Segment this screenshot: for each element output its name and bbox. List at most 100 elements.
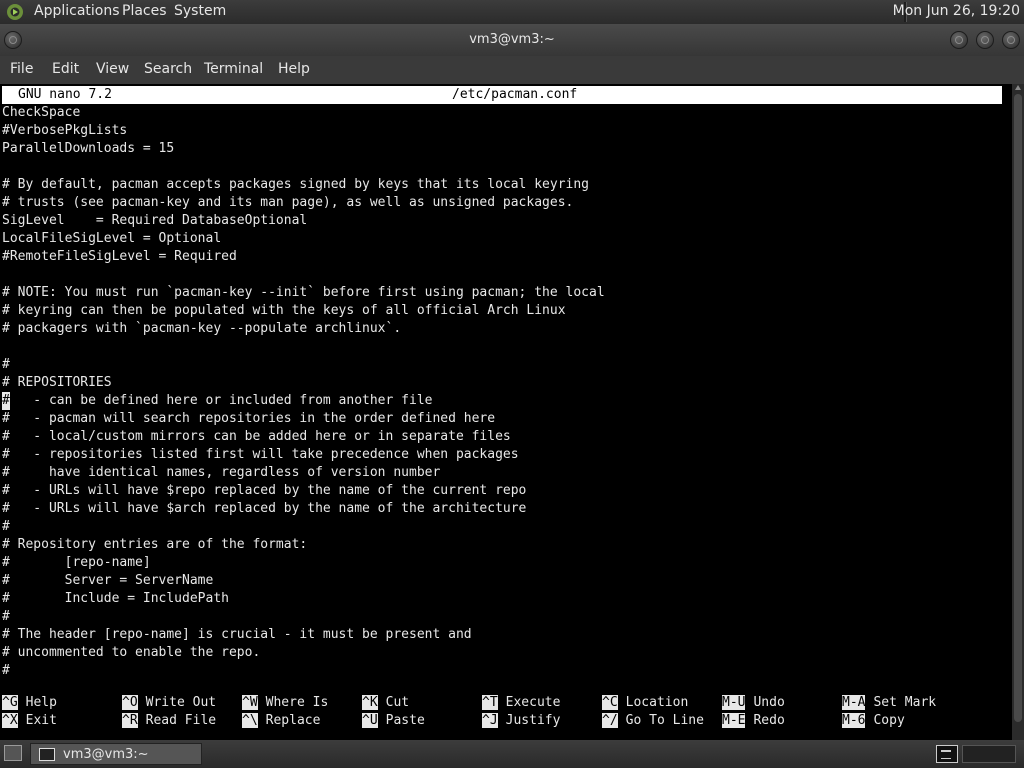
- nano-version: GNU nano 7.2: [18, 87, 112, 102]
- file-line[interactable]: [2, 338, 605, 356]
- close-button[interactable]: [1002, 31, 1020, 49]
- file-line[interactable]: # [repo-name]: [2, 554, 605, 572]
- shortcut-read-file[interactable]: ^R Read File: [122, 712, 216, 730]
- shortcut-key: ^J: [482, 713, 498, 728]
- shortcut-key: ^G: [2, 695, 18, 710]
- shortcut-write-out[interactable]: ^O Write Out: [122, 694, 216, 712]
- text-cursor: #: [2, 392, 10, 410]
- file-line[interactable]: # Repository entries are of the format:: [2, 536, 605, 554]
- shortcut-key: ^C: [602, 695, 618, 710]
- file-line[interactable]: # Server = ServerName: [2, 572, 605, 590]
- file-line[interactable]: LocalFileSigLevel = Optional: [2, 230, 605, 248]
- file-line[interactable]: #VerbosePkgLists: [2, 122, 605, 140]
- shortcut-location[interactable]: ^C Location: [602, 694, 688, 712]
- taskbar-terminal-item[interactable]: vm3@vm3:~: [30, 743, 202, 765]
- nano-header: GNU nano 7.2 /etc/pacman.conf: [2, 86, 1002, 104]
- shortcut-go-to-line[interactable]: ^/ Go To Line: [602, 712, 704, 730]
- shortcut-help[interactable]: ^G Help: [2, 694, 57, 712]
- file-line[interactable]: #RemoteFileSigLevel = Required: [2, 248, 605, 266]
- taskbar-item-label: vm3@vm3:~: [63, 747, 149, 762]
- shortcut-cut[interactable]: ^K Cut: [362, 694, 409, 712]
- shortcut-key: ^O: [122, 695, 138, 710]
- menu-edit[interactable]: Edit: [52, 61, 79, 77]
- file-line[interactable]: #: [2, 356, 605, 374]
- shortcut-label: Replace: [265, 713, 321, 728]
- shortcut-paste[interactable]: ^U Paste: [362, 712, 425, 730]
- file-line[interactable]: # REPOSITORIES: [2, 374, 605, 392]
- system-menu[interactable]: System: [174, 3, 226, 19]
- file-line[interactable]: SigLevel = Required DatabaseOptional: [2, 212, 605, 230]
- top-panel: Applications Places System Mon Jun 26, 1…: [0, 0, 1024, 24]
- shortcut-redo[interactable]: M-E Redo: [722, 712, 785, 730]
- maximize-button[interactable]: [976, 31, 994, 49]
- file-line[interactable]: # By default, pacman accepts packages si…: [2, 176, 605, 194]
- shortcut-label: Write Out: [145, 695, 217, 710]
- shortcut-key: M-U: [722, 695, 746, 710]
- file-line[interactable]: # NOTE: You must run `pacman-key --init`…: [2, 284, 605, 302]
- shortcut-label: Undo: [753, 695, 785, 710]
- file-line[interactable]: CheckSpace: [2, 104, 605, 122]
- file-line[interactable]: [2, 158, 605, 176]
- workspace-1-icon[interactable]: [936, 745, 958, 763]
- shortcut-where-is[interactable]: ^W Where Is: [242, 694, 328, 712]
- window-titlebar[interactable]: vm3@vm3:~: [0, 24, 1024, 56]
- shortcut-key: ^W: [242, 695, 258, 710]
- shortcut-label: Copy: [873, 713, 905, 728]
- file-line[interactable]: # have identical names, regardless of ve…: [2, 464, 605, 482]
- show-desktop-icon[interactable]: [4, 745, 22, 761]
- shortcut-label: Cut: [385, 695, 410, 710]
- file-line[interactable]: # The header [repo-name] is crucial - it…: [2, 626, 605, 644]
- shortcut-copy[interactable]: M-6 Copy: [842, 712, 905, 730]
- menu-terminal[interactable]: Terminal: [204, 61, 263, 77]
- menu-view[interactable]: View: [96, 61, 129, 77]
- file-line[interactable]: #: [2, 608, 605, 626]
- file-line[interactable]: # keyring can then be populated with the…: [2, 302, 605, 320]
- shortcut-undo[interactable]: M-U Undo: [722, 694, 785, 712]
- shortcut-key: M-E: [722, 713, 746, 728]
- menu-search[interactable]: Search: [144, 61, 192, 77]
- file-line[interactable]: # packagers with `pacman-key --populate …: [2, 320, 605, 338]
- file-line[interactable]: #: [2, 518, 605, 536]
- shortcut-justify[interactable]: ^J Justify: [482, 712, 560, 730]
- file-line[interactable]: # - pacman will search repositories in t…: [2, 410, 605, 428]
- file-line[interactable]: ParallelDownloads = 15: [2, 140, 605, 158]
- shortcut-exit[interactable]: ^X Exit: [2, 712, 57, 730]
- shortcut-key: ^R: [122, 713, 138, 728]
- bottom-panel: vm3@vm3:~: [0, 740, 1024, 768]
- file-line[interactable]: #: [2, 662, 605, 680]
- file-line[interactable]: # Include = IncludePath: [2, 590, 605, 608]
- menu-help[interactable]: Help: [278, 61, 310, 77]
- scrollbar-thumb[interactable]: [1014, 94, 1022, 722]
- clock[interactable]: Mon Jun 26, 19:20: [893, 3, 1020, 19]
- menu-file[interactable]: File: [10, 61, 33, 77]
- shortcut-key: ^T: [482, 695, 498, 710]
- workspace-switcher[interactable]: [962, 745, 1016, 763]
- shortcut-label: Justify: [505, 713, 561, 728]
- terminal-area[interactable]: GNU nano 7.2 /etc/pacman.conf CheckSpace…: [0, 84, 1012, 740]
- file-line[interactable]: # uncommented to enable the repo.: [2, 644, 605, 662]
- file-line[interactable]: # - local/custom mirrors can be added he…: [2, 428, 605, 446]
- shortcut-label: Where Is: [265, 695, 329, 710]
- file-line[interactable]: # - URLs will have $arch replaced by the…: [2, 500, 605, 518]
- file-line[interactable]: # - can be defined here or included from…: [2, 392, 605, 410]
- places-menu[interactable]: Places: [122, 3, 167, 19]
- file-content[interactable]: CheckSpace #VerbosePkgLists ParallelDownlo…: [2, 104, 605, 680]
- shortcut-key: ^K: [362, 695, 378, 710]
- shortcut-key: ^\: [242, 713, 258, 728]
- shortcut-label: Location: [625, 695, 689, 710]
- file-line[interactable]: # trusts (see pacman-key and its man pag…: [2, 194, 605, 212]
- minimize-button[interactable]: [950, 31, 968, 49]
- shortcut-key: ^U: [362, 713, 378, 728]
- nano-filename: /etc/pacman.conf: [452, 87, 578, 102]
- gnome-foot-icon[interactable]: [6, 3, 24, 21]
- shortcut-replace[interactable]: ^\ Replace: [242, 712, 320, 730]
- shortcut-label: Exit: [25, 713, 57, 728]
- terminal-scrollbar[interactable]: [1012, 84, 1024, 740]
- applications-menu[interactable]: Applications: [34, 3, 120, 19]
- file-line[interactable]: # - repositories listed first will take …: [2, 446, 605, 464]
- shortcut-execute[interactable]: ^T Execute: [482, 694, 560, 712]
- file-line[interactable]: # - URLs will have $repo replaced by the…: [2, 482, 605, 500]
- shortcut-set-mark[interactable]: M-A Set Mark: [842, 694, 936, 712]
- file-line[interactable]: [2, 266, 605, 284]
- scroll-up-arrow-icon[interactable]: [1015, 85, 1021, 90]
